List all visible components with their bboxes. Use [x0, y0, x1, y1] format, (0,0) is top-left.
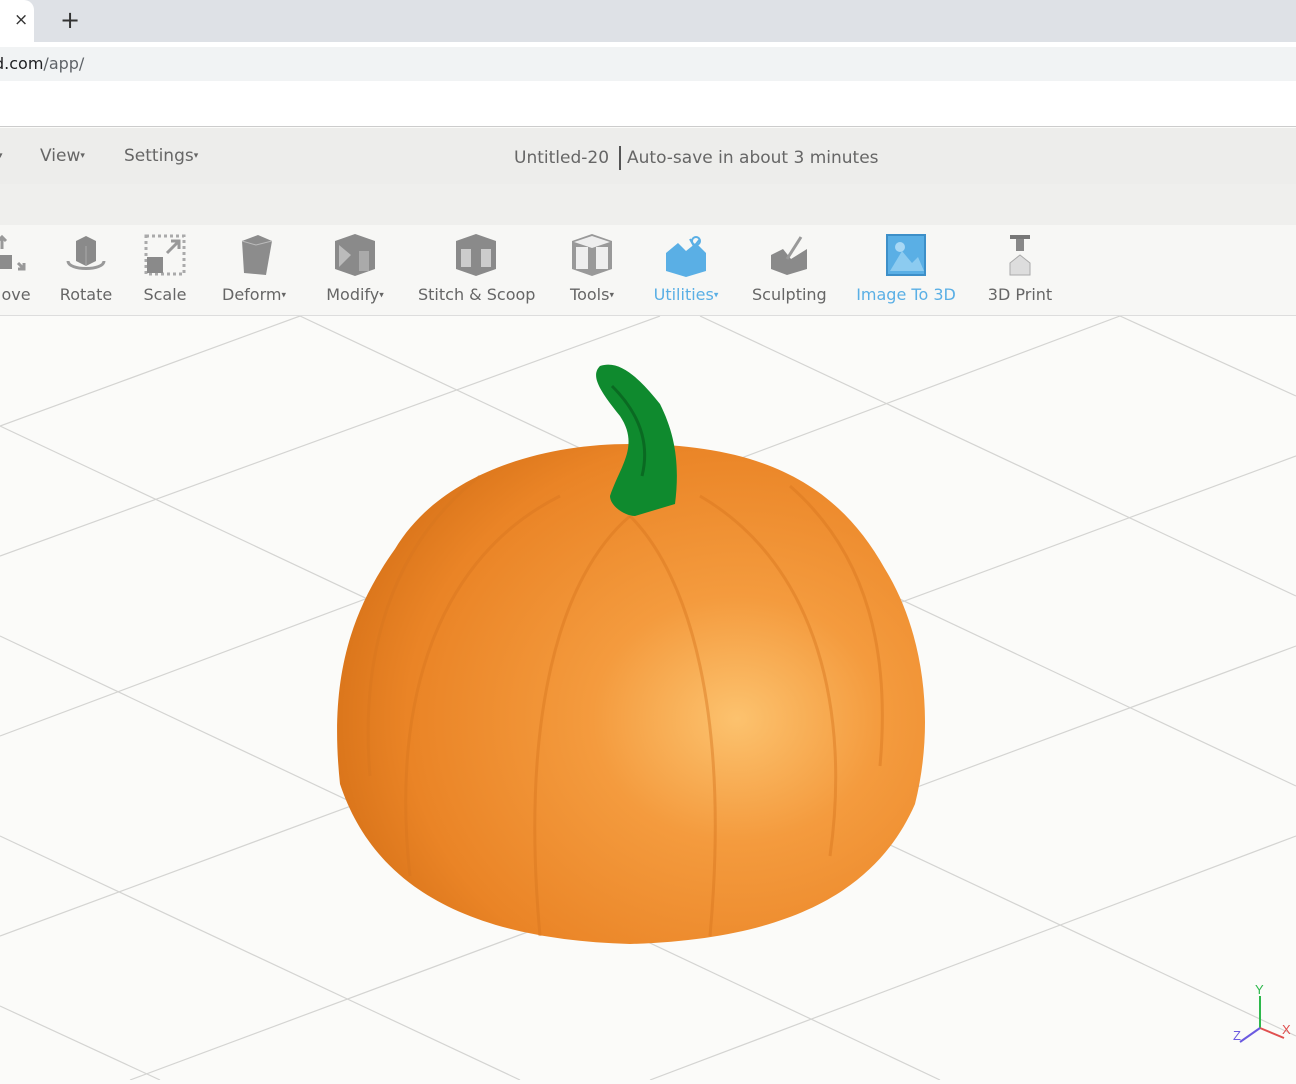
menu-view[interactable]: View▾ — [40, 146, 85, 166]
stitch-scoop-icon — [456, 234, 496, 276]
browser-tab-bar: × + — [0, 0, 1296, 42]
tool-utilities[interactable]: Utilities▾ — [648, 233, 724, 304]
3d-viewport[interactable]: Y X Z — [0, 315, 1296, 1081]
tools-icon — [572, 234, 612, 276]
tool-modify[interactable]: Modify▾ — [320, 233, 390, 304]
pumpkin-model[interactable] — [337, 364, 925, 944]
menu-settings[interactable]: Settings▾ — [124, 146, 198, 166]
modify-icon — [335, 234, 375, 276]
3d-print-icon — [1009, 235, 1031, 276]
tool-move[interactable]: ove — [0, 233, 36, 304]
url-domain: d.com — [0, 54, 44, 73]
menu-partial-caret[interactable]: ▾ — [0, 146, 3, 166]
url-path: /app/ — [43, 54, 85, 73]
axis-gizmo: Y X Z — [1233, 982, 1291, 1043]
tool-3d-print[interactable]: 3D Print — [986, 233, 1054, 304]
tool-tools[interactable]: Tools▾ — [562, 233, 622, 304]
new-tab-button[interactable]: + — [60, 6, 80, 34]
scene[interactable]: Y X Z — [0, 315, 1296, 1081]
document-title[interactable]: Untitled-20 — [514, 148, 609, 168]
scale-icon — [144, 234, 186, 276]
tool-rotate[interactable]: Rotate — [58, 233, 114, 304]
toolbar: ove Rotate Scale Deform▾ Modify▾ Stitch … — [0, 225, 1296, 316]
tool-sculpting[interactable]: Sculpting — [752, 233, 827, 304]
axis-z-label: Z — [1233, 1028, 1241, 1043]
tool-stitch-scoop[interactable]: Stitch & Scoop — [418, 233, 535, 304]
rotate-icon — [66, 236, 106, 270]
address-bar[interactable]: d.com/app/ — [0, 47, 1296, 81]
utilities-icon — [666, 236, 706, 277]
axis-x-label: X — [1282, 1022, 1291, 1037]
close-tab-icon[interactable]: × — [14, 10, 28, 30]
tool-scale[interactable]: Scale — [140, 233, 190, 304]
tool-deform[interactable]: Deform▾ — [216, 233, 292, 304]
axis-y-label: Y — [1255, 982, 1264, 997]
move-icon — [0, 234, 26, 271]
page-header-blank — [0, 82, 1296, 127]
menu-bar: ▾ View▾ Settings▾ Untitled-20 Auto-save i… — [0, 128, 1296, 184]
sub-bar — [0, 184, 1296, 225]
tool-image-to-3d[interactable]: Image To 3D — [856, 233, 956, 304]
browser-tab[interactable]: × — [0, 0, 34, 42]
autosave-status: Auto-save in about 3 minutes — [627, 148, 879, 168]
deform-icon — [241, 235, 273, 275]
sculpting-icon — [771, 236, 807, 275]
image-to-3d-icon — [886, 234, 926, 276]
